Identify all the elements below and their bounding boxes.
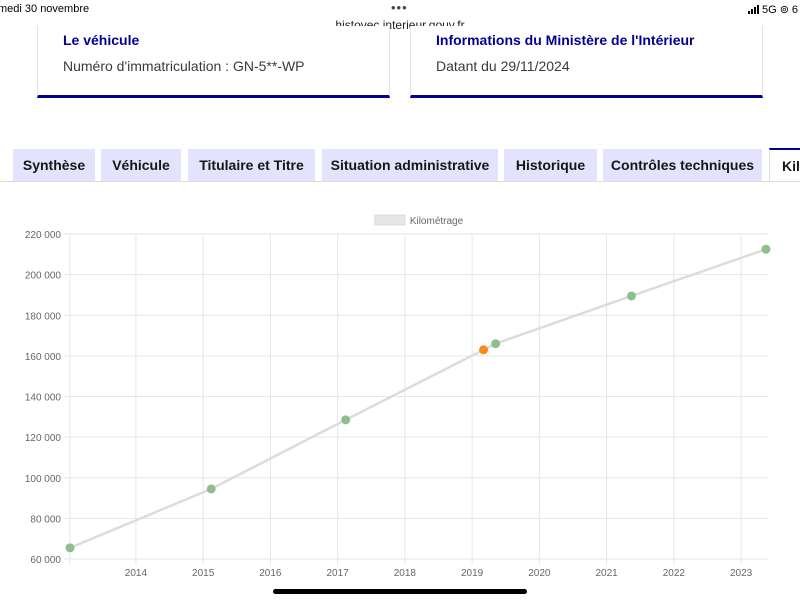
mileage-point	[65, 543, 75, 553]
mileage-line	[69, 248, 767, 549]
registration-number: Numéro d'immatriculation : GN-5**-WP	[63, 58, 305, 74]
x-tick-label: 2015	[192, 568, 215, 579]
tab-synthese[interactable]: Synthèse	[13, 149, 95, 181]
y-tick-label: 220 000	[25, 230, 62, 241]
x-tick-label: 2021	[595, 568, 618, 579]
battery-label: 6	[791, 3, 799, 16]
mileage-point	[626, 291, 636, 301]
more-options-icon[interactable]: •••	[391, 0, 408, 15]
y-tick-label: 140 000	[25, 393, 62, 404]
y-tick-label: 100 000	[25, 474, 62, 485]
signal-icon	[748, 5, 759, 14]
y-tick-label: 200 000	[25, 271, 62, 282]
legend-swatch	[374, 214, 406, 226]
ministry-card: Informations du Ministère de l'Intérieur…	[410, 26, 763, 98]
y-tick-label: 120 000	[25, 433, 62, 444]
x-tick-label: 2019	[461, 568, 484, 579]
tab-titulaire-et-titre[interactable]: Titulaire et Titre	[188, 149, 315, 181]
y-tick-label: 80 000	[30, 514, 61, 525]
x-tick-label: 2023	[730, 568, 753, 579]
y-tick-label: 160 000	[25, 352, 62, 363]
network-label: 5G	[762, 3, 777, 16]
x-tick-label: 2018	[394, 568, 417, 579]
mileage-panel: 60 000 80 000 100 000 120 000 140 000 160 000…	[0, 181, 800, 601]
vehicle-card: Le véhicule Numéro d'immatriculation : G…	[37, 26, 390, 98]
data-date: Datant du 29/11/2024	[436, 58, 570, 74]
status-date: medi 30 novembre	[0, 3, 90, 15]
ministry-card-title: Informations du Ministère de l'Intérieur	[436, 32, 695, 48]
tab-controles-techniques[interactable]: Contrôles techniques	[603, 149, 762, 181]
tab-vehicule[interactable]: Véhicule	[101, 149, 181, 181]
y-tick-label: 180 000	[25, 311, 62, 322]
vehicle-card-title: Le véhicule	[63, 32, 140, 48]
x-tick-label: 2014	[125, 568, 148, 579]
mileage-point	[761, 244, 771, 254]
x-tick-label: 2016	[259, 568, 282, 579]
orientation-lock-icon: ⊚	[779, 4, 789, 16]
home-indicator[interactable]	[273, 589, 527, 594]
y-tick-label: 60 000	[30, 555, 61, 566]
status-indicators: 5G ⊚ 6	[748, 3, 798, 16]
x-tick-label: 2022	[663, 568, 686, 579]
status-bar: medi 30 novembre ••• histovec.interieur.…	[0, 0, 800, 32]
tab-kilometrage[interactable]: Kilo	[769, 148, 800, 182]
mileage-point	[206, 484, 216, 494]
mileage-chart: 60 000 80 000 100 000 120 000 140 000 160 000…	[25, 214, 771, 579]
tab-historique[interactable]: Historique	[504, 149, 597, 181]
mileage-point-highlight	[479, 345, 489, 355]
x-tick-label: 2020	[528, 568, 551, 579]
tab-bar: Synthèse Véhicule Titulaire et Titre Sit…	[0, 148, 800, 182]
mileage-point	[491, 339, 501, 349]
legend-label: Kilométrage	[410, 216, 464, 227]
x-tick-label: 2017	[327, 568, 350, 579]
mileage-point	[341, 415, 351, 425]
tab-situation-administrative[interactable]: Situation administrative	[322, 149, 498, 181]
